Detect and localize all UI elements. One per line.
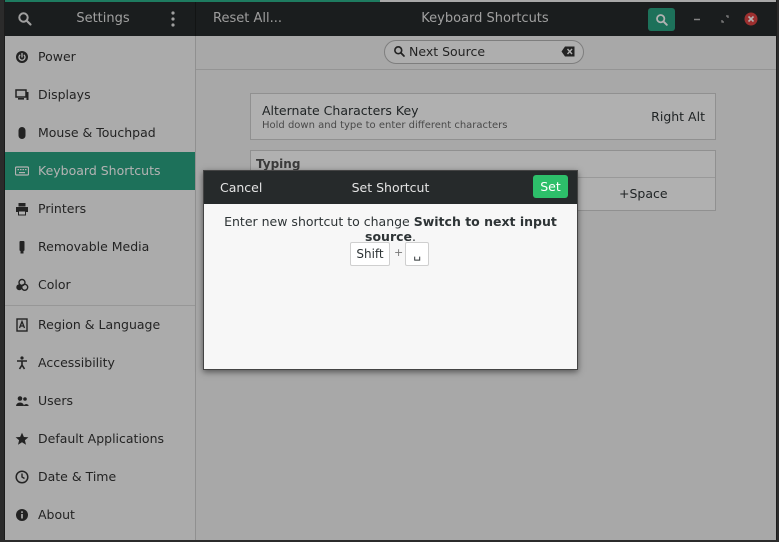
key-space: ␣ [405, 242, 429, 266]
cancel-button[interactable]: Cancel [212, 176, 270, 199]
key-plus: + [394, 246, 404, 259]
settings-window: Settings Reset All... Keyboard Shortcuts [4, 0, 777, 540]
dialog-title: Set Shortcut [351, 180, 430, 195]
key-shift: Shift [350, 242, 390, 266]
set-shortcut-dialog: Cancel Set Shortcut Set Enter new shortc… [203, 170, 578, 370]
dialog-message: Enter new shortcut to change Switch to n… [204, 214, 577, 244]
set-button[interactable]: Set [533, 175, 568, 198]
message-prefix: Enter new shortcut to change [224, 214, 414, 229]
dialog-header: Cancel Set Shortcut Set [204, 171, 577, 204]
